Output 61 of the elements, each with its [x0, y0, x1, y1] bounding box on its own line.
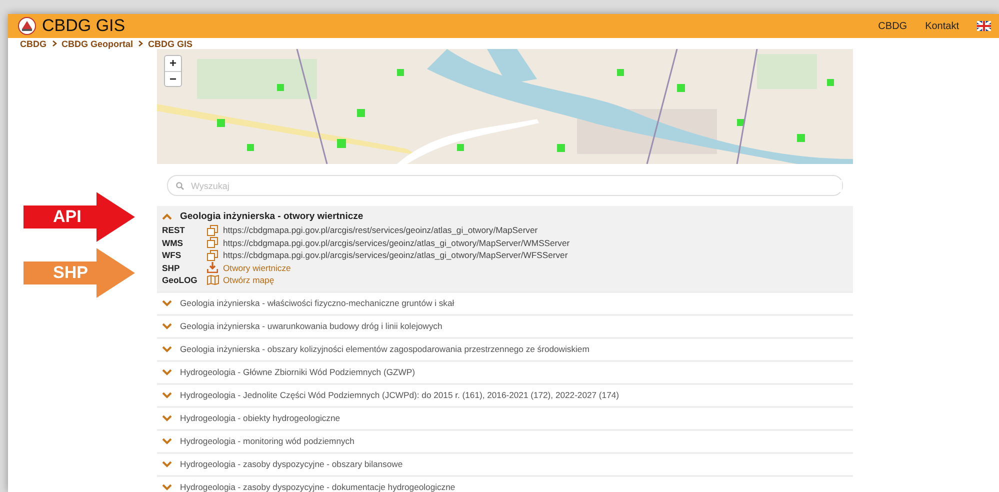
- breadcrumb-link[interactable]: CBDG: [20, 38, 46, 48]
- layer-title: Geologia inżynierska - otwory wiertnicze: [180, 211, 364, 222]
- layer-title: Hydrogeologia - zasoby dyspozycyjne - dokumentacje hydrogeologiczne: [180, 482, 456, 492]
- chevron-down-icon: [162, 414, 172, 422]
- service-url: https://cbdgmapa.pgi.gov.pl/arcgis/services/geoinz/atlas_gi_otwory/MapServer/WFSServer: [223, 250, 569, 260]
- layer-row[interactable]: Hydrogeologia - monitoring wód podziemnych: [157, 430, 853, 454]
- layer-row[interactable]: Hydrogeologia - Główne Zbiorniki Wód Podziemnych (GZWP): [157, 362, 853, 384]
- service-link[interactable]: Otwórz mapę: [223, 275, 853, 286]
- service-type: WMS: [162, 238, 184, 248]
- chevron-down-icon: [162, 484, 172, 490]
- layer-row[interactable]: Hydrogeologia - zasoby dyspozycyjne - dokumentacje hydrogeologiczne: [157, 476, 853, 492]
- layer-row[interactable]: Hydrogeologia - obiekty hydrogeologiczne: [157, 408, 853, 430]
- chevron-down-icon: [162, 460, 172, 468]
- copy-icon[interactable]: [207, 237, 218, 248]
- header-link[interactable]: Kontakt: [925, 20, 959, 32]
- callout-label: API: [53, 207, 82, 227]
- callout-label: SHP: [53, 263, 88, 283]
- chevron-down-icon: [162, 346, 172, 352]
- layer-title: Geologia inżynierska - obszary kolizyjności elementów zagospodarowania przestrzennego ze środowiskiem: [180, 344, 590, 354]
- layer-row[interactable]: Geologia inżynierska - obszary kolizyjności elementów zagospodarowania przestrzennego ze środowiskiem: [157, 338, 853, 362]
- copy-icon[interactable]: [207, 224, 218, 236]
- zoom-in-button[interactable]: +: [165, 56, 181, 71]
- layer-title: Hydrogeologia - monitoring wód podziemnych: [180, 436, 354, 446]
- chevron-down-icon: [162, 300, 172, 306]
- service-type: SHP: [162, 262, 181, 273]
- layer-title: Geologia inżynierska - uwarunkowania budowy dróg i linii kolejowych: [180, 321, 442, 331]
- service-type: GeoLOG: [162, 275, 198, 286]
- chevron-down-icon: [162, 392, 172, 398]
- layer-title: Hydrogeologia - Jednolite Części Wód Podziemnych (JCWPd): do 2015 r. (161), 2016-2021 (172), 2022-2027 (174): [180, 390, 619, 400]
- map-icon[interactable]: [207, 275, 219, 286]
- layer-title: Hydrogeologia - obiekty hydrogeologiczne: [180, 413, 340, 423]
- chevron-down-icon: [162, 368, 172, 376]
- logo-icon: [18, 17, 36, 35]
- service-url: https://cbdgmapa.pgi.gov.pl/arcgis/rest/services/geoinz/atlas_gi_otwory/MapServer: [223, 225, 539, 236]
- layer-row[interactable]: [157, 206, 853, 292]
- layer-title: Geologia inżynierska - właściwości fizyczno-mechaniczne gruntów i skał: [180, 298, 454, 308]
- breadcrumb-link[interactable]: CBDG GIS: [148, 38, 193, 48]
- layer-row[interactable]: Hydrogeologia - zasoby dyspozycyjne - obszary bilansowe: [157, 454, 853, 476]
- layer-row[interactable]: Geologia inżynierska - właściwości fizyczno-mechaniczne gruntów i skał: [157, 292, 853, 316]
- service-link[interactable]: Otwory wiertnicze: [223, 262, 853, 273]
- layer-title: Hydrogeologia - Główne Zbiorniki Wód Podziemnych (GZWP): [180, 367, 415, 377]
- copy-icon[interactable]: [207, 250, 218, 261]
- chevron-right-icon: [138, 40, 144, 47]
- breadcrumb-link[interactable]: CBDG Geoportal: [62, 38, 134, 48]
- layer-row[interactable]: Hydrogeologia - Jednolite Części Wód Podziemnych (JCWPd): do 2015 r. (161), 2016-2021 (172), 2022-2027 (174): [157, 384, 853, 408]
- download-icon[interactable]: [207, 262, 218, 274]
- service-url: https://cbdgmapa.pgi.gov.pl/arcgis/services/geoinz/atlas_gi_otwory/MapServer/WMSServer: [223, 238, 571, 248]
- chevron-down-icon: [162, 438, 172, 444]
- flag-icon[interactable]: [977, 21, 991, 31]
- zoom-out-button[interactable]: −: [165, 71, 181, 86]
- chevron-right-icon: [52, 40, 56, 47]
- layer-title: Hydrogeologia - zasoby dyspozycyjne - obszary bilansowe: [180, 459, 403, 469]
- header-link[interactable]: CBDG: [878, 20, 908, 32]
- app-title: CBDG GIS: [42, 16, 126, 36]
- service-type: WFS: [162, 250, 182, 260]
- search-field[interactable]: Wyszukaj: [167, 175, 843, 196]
- chevron-up-icon: [162, 213, 172, 220]
- chevron-down-icon: [162, 322, 172, 330]
- service-type: REST: [162, 225, 186, 236]
- layer-row[interactable]: Geologia inżynierska - uwarunkowania budowy dróg i linii kolejowych: [157, 316, 853, 338]
- search-icon: [176, 182, 184, 190]
